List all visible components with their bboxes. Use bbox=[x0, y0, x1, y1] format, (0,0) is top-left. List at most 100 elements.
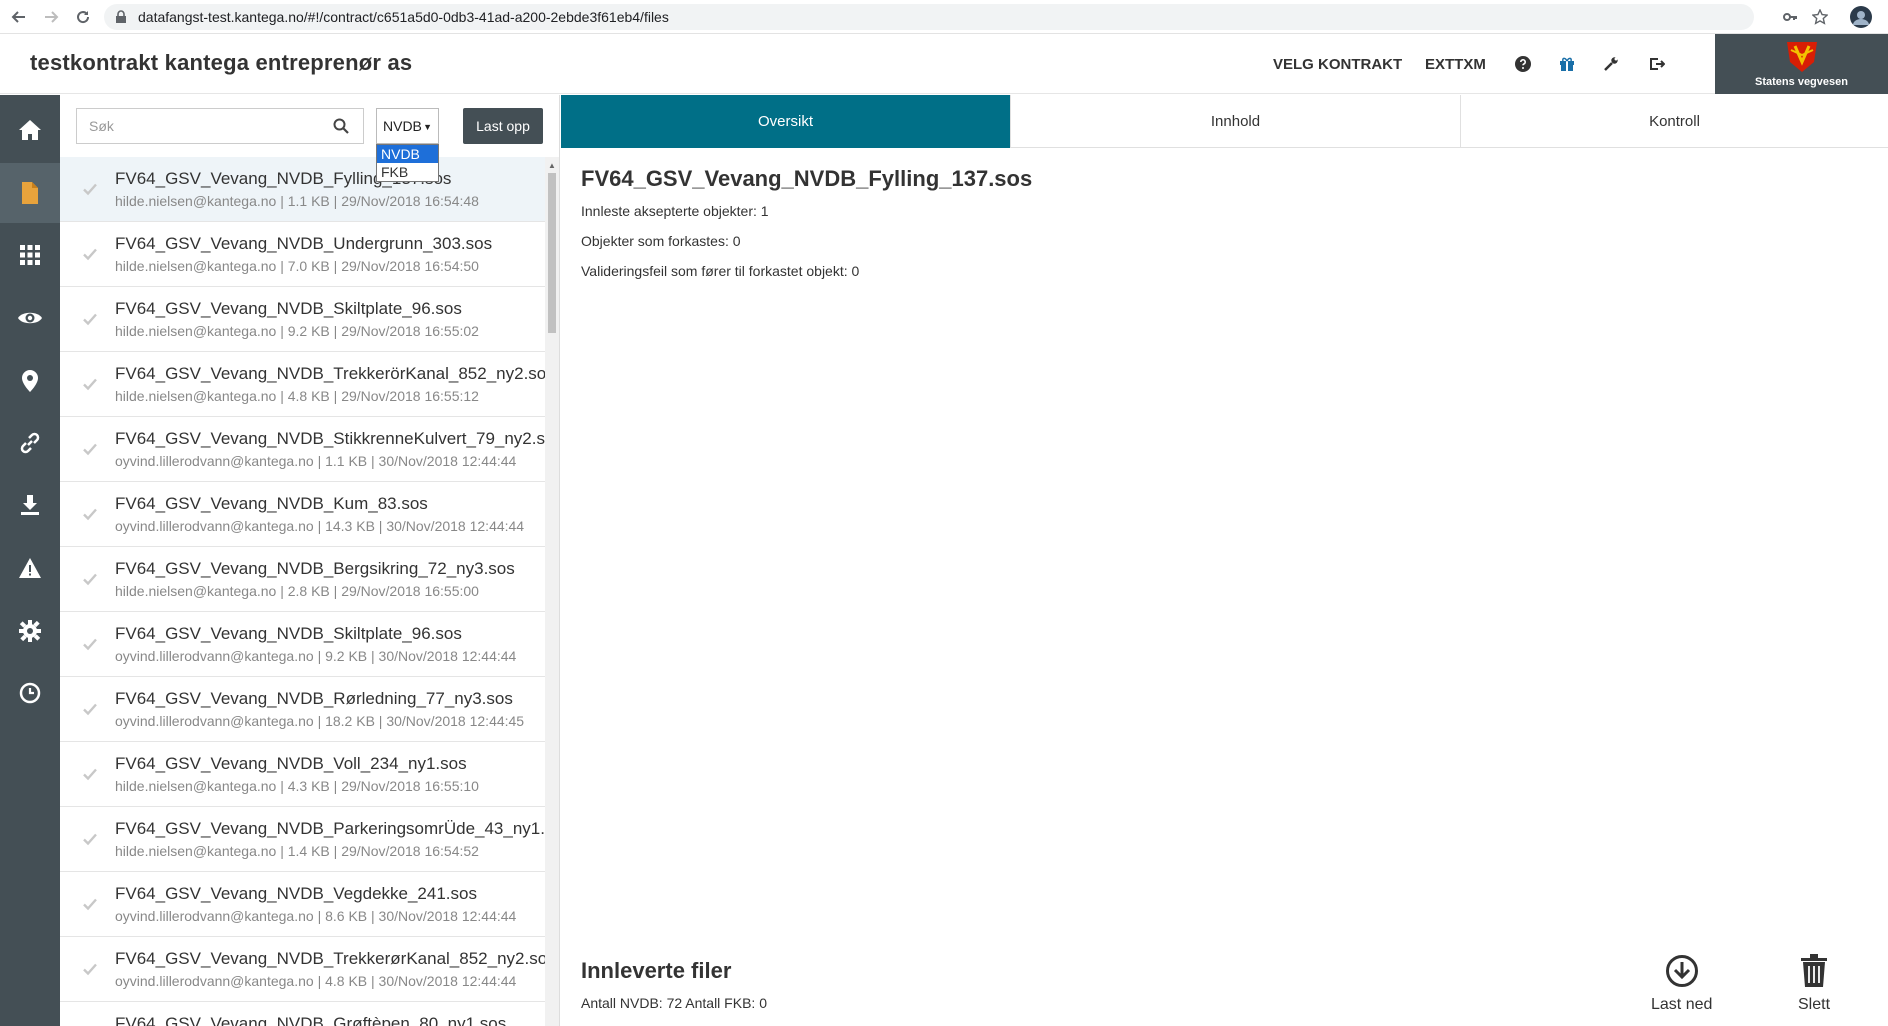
file-meta: hilde.nielsen@kantega.no | 1.4 KB | 29/N… bbox=[115, 843, 479, 859]
tab-kontroll[interactable]: Kontroll bbox=[1461, 95, 1888, 148]
check-icon bbox=[83, 183, 97, 196]
file-row[interactable]: FV64_GSV_Vevang_NVDB_StikkrenneKulvert_7… bbox=[60, 417, 545, 482]
delete-button[interactable]: Slett bbox=[1798, 954, 1830, 1014]
nav-settings[interactable] bbox=[0, 601, 60, 661]
logo-emblem-icon bbox=[1786, 42, 1817, 72]
format-option-nvdb[interactable]: NVDB bbox=[377, 145, 438, 163]
statens-vegvesen-logo: Statens vegvesen bbox=[1715, 34, 1888, 94]
grid-icon bbox=[20, 245, 40, 265]
check-icon bbox=[83, 963, 97, 976]
wrench-icon[interactable] bbox=[1601, 54, 1621, 74]
file-name: FV64_GSV_Vevang_NVDB_Skiltplate_96.sos bbox=[115, 624, 462, 643]
check-icon bbox=[83, 703, 97, 716]
file-name: FV64_GSV_Vevang_NVDB_Rørledning_77_ny3.s… bbox=[115, 689, 513, 708]
address-bar[interactable]: datafangst-test.kantega.no/#!/contract/c… bbox=[104, 4, 1754, 30]
file-row[interactable]: FV64_GSV_Vevang_NVDB_Fylling_137.sos hild… bbox=[60, 157, 545, 222]
format-select[interactable]: NVDB ▼ bbox=[376, 108, 439, 144]
file-row[interactable]: FV64_GSV_Vevang_NVDB_Skiltplate_96.sosoy… bbox=[60, 612, 545, 677]
detail-content: FV64_GSV_Vevang_NVDB_Fylling_137.sos Inn… bbox=[561, 148, 1888, 1026]
check-icon bbox=[83, 378, 97, 391]
file-row[interactable]: FV64_GSV_Vevang_NVDB_TrekkerörKanal_852_… bbox=[60, 352, 545, 417]
nav-home[interactable] bbox=[0, 100, 60, 160]
stat-validation-errors: Valideringsfeil som fører til forkastet … bbox=[581, 263, 860, 279]
reload-icon[interactable] bbox=[70, 4, 96, 30]
choose-contract-link[interactable]: VELG KONTRAKT bbox=[1273, 56, 1402, 73]
search-input[interactable]: Søk bbox=[76, 108, 364, 144]
file-meta: hilde.nielsen@kantega.no | 9.2 KB | 29/N… bbox=[115, 323, 479, 339]
download-all-label: Last ned bbox=[1651, 996, 1713, 1013]
file-name: FV64_GSV_Vevang_NVDB_ParkeringsomrÜde_43… bbox=[115, 819, 545, 838]
file-row[interactable]: FV64_GSV_Vevang_NVDB_Kum_83.sos oyvind.li… bbox=[60, 482, 545, 547]
file-row[interactable]: FV64_GSV_Vevang_NVDB_ParkeringsomrÜde_43… bbox=[60, 807, 545, 872]
file-title: FV64_GSV_Vevang_NVDB_Fylling_137.sos bbox=[581, 166, 1033, 191]
back-arrow-icon[interactable] bbox=[6, 4, 32, 30]
lock-icon bbox=[116, 10, 126, 23]
nav-grid[interactable] bbox=[0, 225, 60, 285]
file-name: FV64_GSV_Vevang_NVDB_Undergrunn_303.sos bbox=[115, 234, 493, 253]
file-row[interactable]: FV64_GSV_Vevang_NVDB_TrekkerørKanal_852_… bbox=[60, 937, 545, 1002]
file-meta: oyvind.lillerodvann@kantega.no | 8.6 KB … bbox=[115, 908, 517, 924]
tab-innhold[interactable]: Innhold bbox=[1011, 95, 1461, 148]
nav-files[interactable] bbox=[0, 163, 60, 223]
file-meta: oyvind.lillerodvann@kantega.no | 4.8 KB … bbox=[115, 973, 517, 989]
format-option-fkb[interactable]: FKB bbox=[377, 163, 438, 181]
check-icon bbox=[83, 638, 97, 651]
check-icon bbox=[83, 248, 97, 261]
file-row[interactable]: FV64_GSV_Vevang_NVDB_Grøftèpen_80_ny1.so… bbox=[60, 1002, 545, 1026]
file-row[interactable]: FV64_GSV_Vevang_NVDB_Voll_234_ny1.sos hil… bbox=[60, 742, 545, 807]
scroll-up-icon[interactable]: ▲ bbox=[548, 161, 556, 170]
nav-links[interactable] bbox=[0, 413, 60, 473]
contract-title: testkontrakt kantega entreprenør as bbox=[30, 50, 413, 75]
file-list: FV64_GSV_Vevang_NVDB_Fylling_137.sos hild… bbox=[60, 157, 545, 1026]
files-panel: Søk NVDB ▼ NVDB FKB Last opp FV64_GSV_Ve… bbox=[60, 95, 560, 1026]
file-list-scrollbar[interactable]: ▲ bbox=[545, 157, 559, 1026]
file-row[interactable]: FV64_GSV_Vevang_NVDB_Bergsikring_72_ny3.… bbox=[60, 547, 545, 612]
search-placeholder: Søk bbox=[89, 118, 114, 134]
key-icon[interactable] bbox=[1780, 4, 1800, 30]
left-navigation bbox=[0, 95, 60, 1026]
detail-tabs: Oversikt Innhold Kontroll bbox=[561, 95, 1888, 148]
file-meta: oyvind.lillerodvann@kantega.no | 9.2 KB … bbox=[115, 648, 517, 664]
nav-view[interactable] bbox=[0, 288, 60, 348]
file-meta: oyvind.lillerodvann@kantega.no | 18.2 KB… bbox=[115, 713, 525, 729]
file-name: FV64_GSV_Vevang_NVDB_Kum_83.sos bbox=[115, 494, 428, 513]
file-row[interactable]: FV64_GSV_Vevang_NVDB_Vegdekke_241.sosoyv… bbox=[60, 872, 545, 937]
forward-arrow-icon[interactable] bbox=[38, 4, 64, 30]
star-icon[interactable] bbox=[1810, 4, 1830, 30]
url-text: datafangst-test.kantega.no/#!/contract/c… bbox=[138, 9, 669, 25]
file-meta: hilde.nielsen@kantega.no | 4.8 KB | 29/N… bbox=[115, 388, 479, 404]
file-row[interactable]: FV64_GSV_Vevang_NVDB_Skiltplate_96.soshi… bbox=[60, 287, 545, 352]
file-name: FV64_GSV_Vevang_NVDB_Skiltplate_96.sos bbox=[115, 299, 462, 318]
download-circle-icon bbox=[1665, 955, 1698, 987]
delivered-files-title: Innleverte filer bbox=[581, 958, 732, 983]
clock-icon bbox=[19, 682, 41, 704]
check-icon bbox=[83, 573, 97, 586]
search-icon[interactable] bbox=[333, 118, 349, 134]
nav-download[interactable] bbox=[0, 475, 60, 535]
logout-icon[interactable] bbox=[1647, 54, 1667, 74]
file-name: FV64_GSV_Vevang_NVDB_Vegdekke_241.sos bbox=[115, 884, 477, 903]
nav-warnings[interactable] bbox=[0, 538, 60, 598]
link-icon bbox=[20, 432, 40, 454]
nav-location[interactable] bbox=[0, 351, 60, 411]
home-icon bbox=[19, 120, 41, 140]
scrollbar-thumb[interactable] bbox=[548, 173, 556, 333]
tab-oversikt[interactable]: Oversikt bbox=[561, 95, 1011, 148]
download-all-button[interactable]: Last ned bbox=[1651, 954, 1712, 1014]
file-meta: hilde.nielsen@kantega.no | 2.8 KB | 29/N… bbox=[115, 583, 479, 599]
delete-label: Slett bbox=[1798, 996, 1831, 1013]
file-row[interactable]: FV64_GSV_Vevang_NVDB_Undergrunn_303.sos h… bbox=[60, 222, 545, 287]
file-name: FV64_GSV_Vevang_NVDB_StikkrenneKulvert_7… bbox=[115, 429, 545, 448]
stat-rejected: Objekter som forkastes: 0 bbox=[581, 233, 741, 249]
trash-icon bbox=[1801, 954, 1827, 987]
file-row[interactable]: FV64_GSV_Vevang_NVDB_Rørledning_77_ny3.s… bbox=[60, 677, 545, 742]
logo-text: Statens vegvesen bbox=[1755, 76, 1848, 88]
gift-icon[interactable] bbox=[1557, 54, 1577, 74]
file-name: FV64_GSV_Vevang_NVDB_TrekkerörKanal_852_… bbox=[115, 364, 545, 383]
user-menu[interactable]: EXTTXM bbox=[1425, 56, 1486, 73]
help-icon[interactable] bbox=[1513, 54, 1533, 74]
upload-button[interactable]: Last opp bbox=[463, 108, 543, 144]
profile-avatar[interactable] bbox=[1848, 4, 1874, 30]
format-selected-value: NVDB bbox=[383, 118, 422, 134]
nav-history[interactable] bbox=[0, 663, 60, 723]
